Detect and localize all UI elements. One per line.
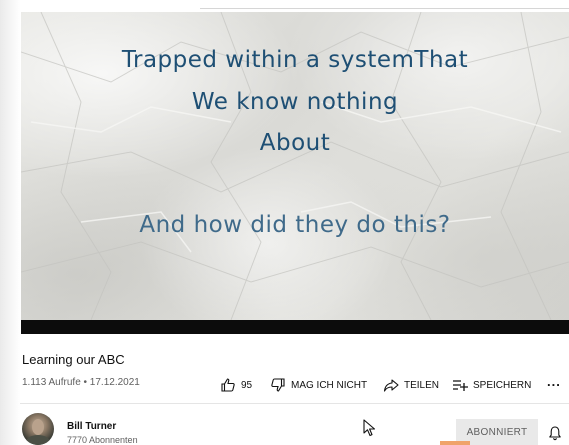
video-title: Learning our ABC: [22, 352, 125, 367]
subscribed-label: ABONNIERT: [466, 427, 528, 438]
channel-name[interactable]: Bill Turner: [67, 421, 116, 432]
more-label: ...: [547, 374, 561, 389]
avatar[interactable]: [22, 413, 54, 445]
add-to-playlist-icon: [452, 377, 468, 393]
save-label: SPEICHERN: [473, 379, 532, 391]
subscriber-count: 7770 Abonnenten: [67, 435, 138, 445]
thumbs-down-icon: [270, 377, 286, 393]
video-caption-line-2: We know nothing: [191, 89, 399, 115]
save-button[interactable]: SPEICHERN: [452, 377, 531, 393]
top-strip: [0, 0, 569, 12]
share-arrow-icon: [383, 377, 399, 393]
video-views-date: 1.113 Aufrufe • 17.12.2021: [22, 377, 140, 388]
like-button[interactable]: 95: [220, 377, 252, 393]
divider: [20, 403, 569, 404]
bell-icon[interactable]: [547, 425, 563, 441]
thumbs-up-icon: [220, 377, 236, 393]
video-player[interactable]: Trapped within a systemThat We know noth…: [21, 12, 569, 334]
video-frame: Trapped within a systemThat We know noth…: [21, 12, 569, 320]
left-edge: [0, 0, 20, 445]
dislike-label: MAG ICH NICHT: [291, 379, 368, 391]
share-label: TEILEN: [404, 379, 440, 391]
video-caption-line-3: About: [259, 130, 331, 156]
loading-accent: [440, 441, 470, 445]
video-bottom-bar: [21, 320, 569, 334]
like-count: 95: [241, 379, 253, 391]
mouse-pointer-icon: [363, 419, 376, 437]
youtube-watch-page: Trapped within a systemThat We know noth…: [0, 0, 569, 445]
dislike-button[interactable]: MAG ICH NICHT: [270, 377, 367, 393]
share-button[interactable]: TEILEN: [383, 377, 439, 393]
video-caption-line-4: And how did they do this?: [139, 212, 451, 238]
more-actions-button[interactable]: ...: [547, 374, 561, 389]
video-caption-line-1: Trapped within a systemThat: [121, 47, 469, 73]
